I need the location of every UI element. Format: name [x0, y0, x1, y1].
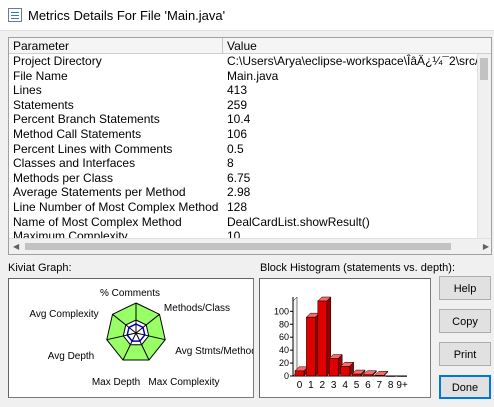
parameter-cell: Statements [13, 97, 74, 112]
kiviat-axis-label: Avg Depth [48, 351, 95, 362]
table-body: Project Directory C:\Users\Arya\eclipse-w… [9, 54, 479, 239]
histogram-x-tick-label: 0 [297, 380, 303, 391]
scroll-left-arrow-icon[interactable]: ◀ [13, 239, 19, 254]
table-row[interactable]: Method Call Statements 106 [9, 127, 479, 142]
histogram-y-tick-label: 60 [279, 332, 289, 342]
histogram-bar [294, 370, 305, 377]
window-icon [8, 8, 22, 22]
parameter-cell: Methods per Class [13, 170, 114, 185]
value-cell: DealCardList.showResult() [227, 214, 370, 229]
help-button[interactable]: Help [439, 276, 491, 300]
histogram-bar [340, 366, 350, 377]
parameter-cell: Name of Most Complex Method [13, 214, 182, 229]
scroll-right-arrow-icon[interactable]: ▶ [483, 239, 489, 254]
kiviat-axis-label: Avg Stmts/Method [175, 346, 253, 357]
table-row[interactable]: Average Statements per Method 2.98 [9, 185, 479, 200]
parameter-cell: Line Number of Most Complex Method [13, 199, 219, 214]
histogram-x-tick-label: 7 [377, 380, 383, 391]
histogram-x-tick-label: 5 [354, 380, 360, 391]
histogram-bar [397, 375, 407, 377]
value-cell: 2.98 [227, 185, 251, 200]
histogram-y-tick-label: 0 [284, 371, 289, 381]
parameter-cell: Average Statements per Method [13, 185, 186, 200]
kiviat-axis-label: Methods/Class [164, 303, 230, 314]
histogram-panel: 0 20 40 60 80 100 0 1 2 3 4 5 6 7 8 9+ [259, 278, 431, 398]
kiviat-axis-label: Avg Complexity [29, 309, 98, 320]
histogram-x-tick-label: 6 [365, 380, 371, 391]
kiviat-axis-label: Max Complexity [148, 377, 219, 388]
table-row[interactable]: Project Directory C:\Users\Arya\eclipse-w… [9, 54, 479, 69]
histogram-x-tick-label: 8 [388, 380, 394, 391]
histogram-x-tick-label: 1 [308, 380, 314, 391]
value-cell: 10.4 [227, 112, 251, 127]
value-cell: C:\Users\Arya\eclipse-workspace\ÎâÄ¿¼¯2\… [227, 54, 479, 68]
horizontal-scrollbar[interactable]: ◀ ▶ [9, 238, 491, 254]
histogram-bar [374, 375, 385, 377]
kiviat-label: Kiviat Graph: [8, 262, 72, 274]
table-row[interactable]: Classes and Interfaces 8 [9, 156, 479, 171]
histogram-y-tick-label: 20 [279, 358, 289, 368]
kiviat-panel: % Comments Methods/Class Avg Stmts/Method M… [8, 278, 257, 398]
table-row[interactable]: Line Number of Most Complex Method 128 [9, 200, 479, 215]
histogram-bar [385, 375, 396, 377]
parameter-cell: Percent Branch Statements [13, 112, 160, 127]
histogram-x-tick-label: 3 [331, 380, 337, 391]
header-value[interactable]: Value [223, 38, 491, 54]
table-row[interactable]: Methods per Class 6.75 [9, 171, 479, 186]
value-cell: Main.java [227, 68, 279, 83]
histogram-bar [351, 373, 362, 377]
vertical-scrollbar[interactable] [477, 54, 491, 240]
histogram-x-tick-label: 9+ [396, 380, 408, 391]
histogram-label: Block Histogram (statements vs. depth): [260, 262, 456, 274]
window-title: Metrics Details For File 'Main.java' [28, 7, 226, 23]
histogram-x-tick-label: 4 [342, 380, 348, 391]
histogram-y-tick-label: 40 [279, 345, 289, 355]
table-row[interactable]: File Name Main.java [9, 69, 479, 84]
copy-button[interactable]: Copy [439, 309, 491, 333]
value-cell: 413 [227, 83, 248, 98]
value-cell: 8 [227, 156, 234, 171]
value-cell: 128 [227, 199, 248, 214]
table-header: Parameter Value [9, 38, 491, 54]
histogram-y-tick-label: 100 [274, 306, 289, 316]
table-row[interactable]: Percent Lines with Comments 0.5 [9, 142, 479, 157]
title-bar: Metrics Details For File 'Main.java' [0, 0, 494, 31]
histogram-y-tick-label: 80 [279, 319, 289, 329]
print-button[interactable]: Print [439, 342, 491, 366]
parameter-cell: Percent Lines with Comments [13, 141, 173, 156]
histogram-bar [363, 374, 373, 377]
kiviat-axis-label: Max Depth [92, 377, 140, 388]
metrics-table[interactable]: Parameter Value Project Directory C:\User… [8, 37, 492, 255]
value-cell: 106 [227, 126, 248, 141]
table-row[interactable]: Name of Most Complex Method DealCardList.… [9, 215, 479, 230]
histogram-back-wall [292, 296, 298, 377]
histogram-bar [317, 300, 328, 377]
block-histogram: 0204060801000 1 2 3 4 5 6 7 8 9+ [274, 296, 408, 391]
histogram-x-tick-label: 2 [320, 380, 326, 391]
parameter-cell: Method Call Statements [13, 126, 142, 141]
table-row[interactable]: Lines 413 [9, 83, 479, 98]
histogram-bar [306, 316, 316, 377]
horizontal-scroll-thumb[interactable] [25, 243, 451, 250]
value-cell: 6.75 [227, 170, 251, 185]
table-row[interactable]: Statements 259 [9, 98, 479, 113]
value-cell: 259 [227, 97, 248, 112]
parameter-cell: Lines [13, 83, 42, 98]
parameter-cell: Classes and Interfaces [13, 156, 136, 171]
done-button[interactable]: Done [439, 375, 491, 399]
kiviat-graph: % Comments Methods/Class Avg Stmts/Method M… [29, 288, 256, 388]
header-parameter[interactable]: Parameter [9, 38, 223, 54]
parameter-cell: Project Directory [13, 54, 102, 68]
table-row[interactable]: Percent Branch Statements 10.4 [9, 112, 479, 127]
vertical-scroll-thumb[interactable] [480, 58, 488, 80]
parameter-cell: File Name [13, 68, 68, 83]
value-cell: 0.5 [227, 141, 244, 156]
histogram-bar [328, 358, 339, 377]
kiviat-axis-label: % Comments [100, 288, 160, 299]
